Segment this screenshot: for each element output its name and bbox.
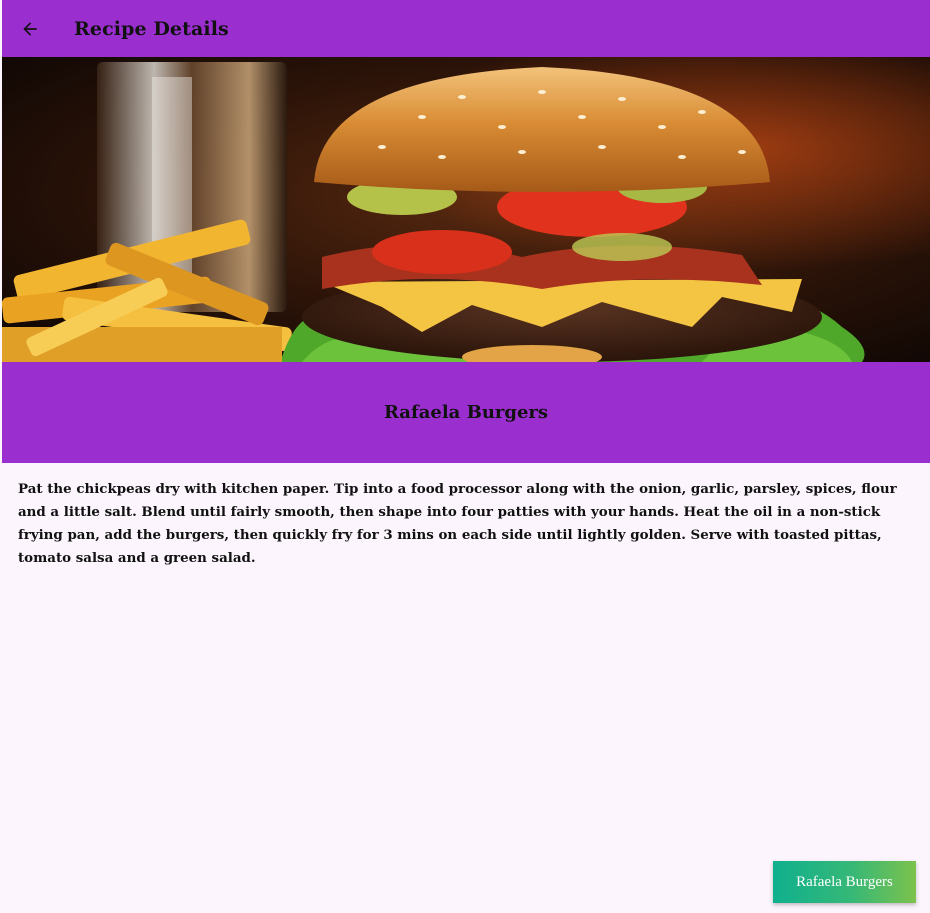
app-screen: Recipe Details Rafaela Burgers Pat the c… — [2, 0, 930, 913]
recipe-title-band: Rafaela Burgers — [2, 362, 930, 463]
back-button[interactable] — [2, 0, 58, 57]
arrow-left-icon — [23, 21, 37, 36]
recipe-image — [2, 57, 930, 362]
recipe-action-button[interactable]: Rafaela Burgers — [773, 861, 916, 903]
recipe-instructions: Pat the chickpeas dry with kitchen paper… — [18, 481, 897, 566]
page-title: Recipe Details — [74, 17, 229, 40]
app-bar: Recipe Details — [2, 0, 930, 57]
recipe-title: Rafaela Burgers — [383, 402, 549, 423]
